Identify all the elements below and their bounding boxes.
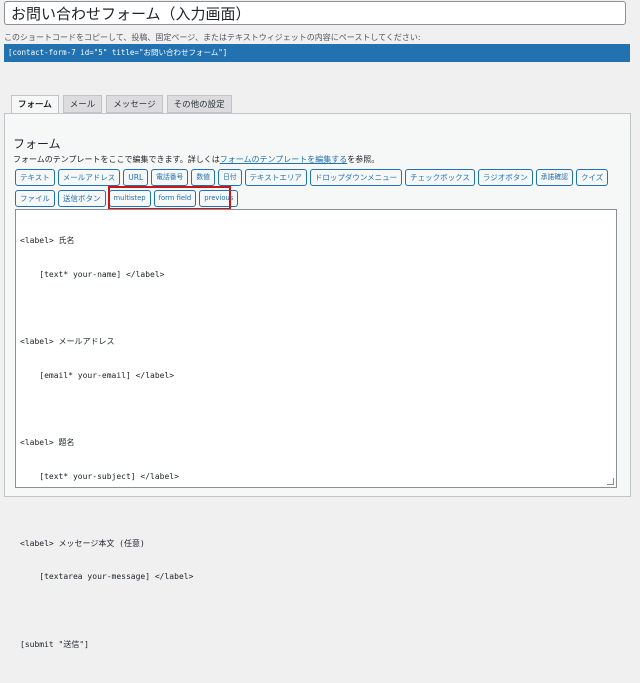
tag-button-file[interactable]: ファイル (15, 190, 55, 207)
tag-button-acceptance[interactable]: 承諾確認 (535, 169, 573, 186)
editor-line: <label> 氏名 (20, 236, 75, 246)
form-panel: フォーム フォームのテンプレートをここで編集できます。詳しくはフォームのテンプレ… (4, 113, 631, 649)
tag-button-tel[interactable]: 電話番号 (151, 169, 189, 186)
panel-title: フォーム (13, 137, 61, 151)
highlight-box (108, 186, 231, 210)
tab-messages[interactable]: メッセージ (106, 95, 163, 113)
tab-mail[interactable]: メール (62, 95, 103, 113)
tag-button-number[interactable]: 数値 (191, 169, 215, 186)
tab-form[interactable]: フォーム (11, 95, 59, 114)
editor-line: <label> メッセージ本文 (任意) (20, 538, 145, 548)
tab-additional-settings[interactable]: その他の設定 (166, 95, 232, 113)
editor-tabs: フォーム メール メッセージ その他の設定 (11, 95, 232, 114)
tag-button-url[interactable]: URL (123, 169, 149, 186)
tag-button-radio[interactable]: ラジオボタン (477, 169, 533, 186)
tag-button-quiz[interactable]: クイズ (575, 169, 609, 186)
shortcode-field[interactable]: [contact-form-7 id="5" title="お問い合わせフォーム… (4, 44, 630, 62)
panel-desc-after: を参照。 (347, 155, 380, 164)
form-template-editor[interactable]: <label> 氏名 [text* your-name] </label> <l… (15, 209, 617, 649)
tag-generator-row-1: テキスト メールアドレス URL 電話番号 数値 日付 テキストエリア ドロップ… (15, 169, 609, 186)
editor-line: [submit "送信"] (20, 639, 89, 649)
tag-button-submit[interactable]: 送信ボタン (58, 190, 106, 207)
tag-button-select[interactable]: ドロップダウンメニュー (309, 169, 403, 186)
tag-button-email[interactable]: メールアドレス (57, 169, 121, 186)
editor-line: [textarea your-message] </label> (20, 572, 194, 582)
editor-line: [text* your-subject] </label> (20, 471, 179, 481)
panel-desc-before: フォームのテンプレートをここで編集できます。詳しくは (13, 155, 220, 164)
tag-button-checkbox[interactable]: チェックボックス (405, 169, 475, 186)
tag-button-textarea[interactable]: テキストエリア (244, 169, 307, 186)
docs-link[interactable]: フォームのテンプレートを編集する (220, 155, 348, 164)
shortcode-hint: このショートコードをコピーして、投稿、固定ページ、またはテキストウィジェットの内… (4, 33, 421, 42)
tag-button-date[interactable]: 日付 (217, 169, 242, 186)
editor-line: <label> 題名 (20, 437, 75, 447)
form-title-input[interactable]: お問い合わせフォーム（入力画面） (4, 1, 626, 25)
panel-description: フォームのテンプレートをここで編集できます。詳しくはフォームのテンプレートを編集… (13, 154, 379, 165)
resize-handle-icon[interactable] (607, 478, 614, 485)
editor-line: [text* your-name] </label> (20, 270, 165, 279)
tag-button-text[interactable]: テキスト (15, 169, 55, 186)
editor-line: [email* your-email] </label> (20, 370, 175, 380)
editor-line: <label> メールアドレス (20, 337, 115, 347)
